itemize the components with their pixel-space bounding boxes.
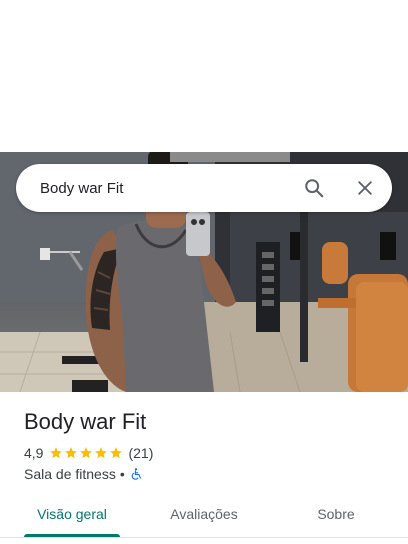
search-icon <box>305 179 324 198</box>
search-bar <box>16 164 392 212</box>
star-icon <box>95 447 108 459</box>
place-title: Body war Fit <box>24 409 147 434</box>
wheelchair-icon[interactable] <box>129 467 143 481</box>
rating-row[interactable]: 4,9 (21) <box>24 444 153 462</box>
search-input[interactable] <box>40 168 280 208</box>
clear-search-button[interactable] <box>349 172 381 204</box>
review-count[interactable]: (21) <box>128 445 153 461</box>
star-icon <box>50 447 63 459</box>
separator: • <box>119 466 125 482</box>
star-icon <box>110 447 123 459</box>
close-icon <box>358 181 372 195</box>
tabs-divider <box>0 537 408 538</box>
place-tabs: Visão geral Avaliações Sobre <box>0 496 408 540</box>
tab-overview[interactable]: Visão geral <box>24 496 120 532</box>
search-button[interactable] <box>298 172 330 204</box>
place-category: Sala de fitness <box>24 466 116 482</box>
category-row: Sala de fitness • <box>24 465 143 483</box>
place-page: Body war Fit 4,9 (21) Sala de fitness • … <box>0 0 408 544</box>
rating-value: 4,9 <box>24 445 44 461</box>
star-icon <box>65 447 78 459</box>
tab-about[interactable]: Sobre <box>288 496 384 532</box>
tab-reviews[interactable]: Avaliações <box>156 496 252 532</box>
star-icon <box>80 447 93 459</box>
star-rating <box>49 446 124 460</box>
